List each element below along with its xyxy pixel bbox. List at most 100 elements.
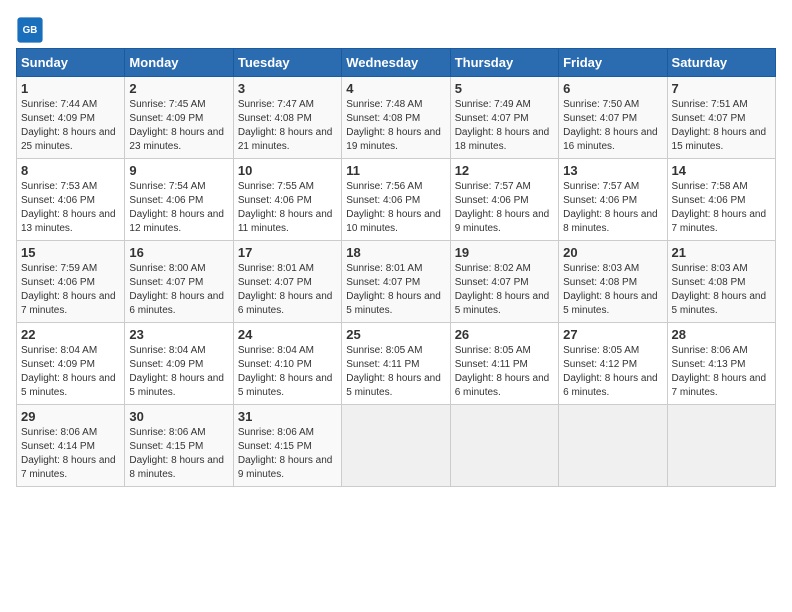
calendar-cell: 10 Sunrise: 7:55 AMSunset: 4:06 PMDaylig… <box>233 159 341 241</box>
logo-icon: GB <box>16 16 44 44</box>
calendar-cell: 26 Sunrise: 8:05 AMSunset: 4:11 PMDaylig… <box>450 323 558 405</box>
calendar-cell <box>450 405 558 487</box>
cell-info: Sunrise: 7:47 AMSunset: 4:08 PMDaylight:… <box>238 99 333 152</box>
day-number: 18 <box>346 245 445 260</box>
cell-info: Sunrise: 8:06 AMSunset: 4:15 PMDaylight:… <box>129 427 224 480</box>
calendar-cell: 21 Sunrise: 8:03 AMSunset: 4:08 PMDaylig… <box>667 241 775 323</box>
calendar-cell: 15 Sunrise: 7:59 AMSunset: 4:06 PMDaylig… <box>17 241 125 323</box>
cell-info: Sunrise: 8:06 AMSunset: 4:14 PMDaylight:… <box>21 427 116 480</box>
cell-info: Sunrise: 8:06 AMSunset: 4:13 PMDaylight:… <box>672 345 767 398</box>
day-number: 30 <box>129 409 228 424</box>
day-number: 17 <box>238 245 337 260</box>
page-header: GB <box>16 16 776 44</box>
calendar-week-row: 22 Sunrise: 8:04 AMSunset: 4:09 PMDaylig… <box>17 323 776 405</box>
calendar-cell: 28 Sunrise: 8:06 AMSunset: 4:13 PMDaylig… <box>667 323 775 405</box>
cell-info: Sunrise: 8:02 AMSunset: 4:07 PMDaylight:… <box>455 263 550 316</box>
calendar-cell: 13 Sunrise: 7:57 AMSunset: 4:06 PMDaylig… <box>559 159 667 241</box>
calendar-cell: 8 Sunrise: 7:53 AMSunset: 4:06 PMDayligh… <box>17 159 125 241</box>
calendar-cell: 5 Sunrise: 7:49 AMSunset: 4:07 PMDayligh… <box>450 77 558 159</box>
cell-info: Sunrise: 7:59 AMSunset: 4:06 PMDaylight:… <box>21 263 116 316</box>
calendar-cell: 29 Sunrise: 8:06 AMSunset: 4:14 PMDaylig… <box>17 405 125 487</box>
calendar-cell: 25 Sunrise: 8:05 AMSunset: 4:11 PMDaylig… <box>342 323 450 405</box>
calendar-cell: 2 Sunrise: 7:45 AMSunset: 4:09 PMDayligh… <box>125 77 233 159</box>
logo: GB <box>16 16 46 44</box>
day-number: 14 <box>672 163 771 178</box>
calendar-cell: 24 Sunrise: 8:04 AMSunset: 4:10 PMDaylig… <box>233 323 341 405</box>
cell-info: Sunrise: 7:44 AMSunset: 4:09 PMDaylight:… <box>21 99 116 152</box>
day-number: 8 <box>21 163 120 178</box>
calendar-cell: 31 Sunrise: 8:06 AMSunset: 4:15 PMDaylig… <box>233 405 341 487</box>
day-number: 21 <box>672 245 771 260</box>
day-number: 24 <box>238 327 337 342</box>
day-number: 31 <box>238 409 337 424</box>
day-number: 28 <box>672 327 771 342</box>
day-number: 11 <box>346 163 445 178</box>
calendar-cell: 14 Sunrise: 7:58 AMSunset: 4:06 PMDaylig… <box>667 159 775 241</box>
cell-info: Sunrise: 7:57 AMSunset: 4:06 PMDaylight:… <box>455 181 550 234</box>
day-number: 16 <box>129 245 228 260</box>
day-number: 23 <box>129 327 228 342</box>
day-number: 29 <box>21 409 120 424</box>
calendar-cell: 23 Sunrise: 8:04 AMSunset: 4:09 PMDaylig… <box>125 323 233 405</box>
calendar-cell: 9 Sunrise: 7:54 AMSunset: 4:06 PMDayligh… <box>125 159 233 241</box>
calendar-cell: 4 Sunrise: 7:48 AMSunset: 4:08 PMDayligh… <box>342 77 450 159</box>
cell-info: Sunrise: 8:03 AMSunset: 4:08 PMDaylight:… <box>672 263 767 316</box>
day-number: 13 <box>563 163 662 178</box>
calendar-cell: 18 Sunrise: 8:01 AMSunset: 4:07 PMDaylig… <box>342 241 450 323</box>
day-number: 4 <box>346 81 445 96</box>
day-number: 12 <box>455 163 554 178</box>
calendar-cell: 20 Sunrise: 8:03 AMSunset: 4:08 PMDaylig… <box>559 241 667 323</box>
day-header-wednesday: Wednesday <box>342 49 450 77</box>
cell-info: Sunrise: 7:48 AMSunset: 4:08 PMDaylight:… <box>346 99 441 152</box>
cell-info: Sunrise: 8:01 AMSunset: 4:07 PMDaylight:… <box>238 263 333 316</box>
cell-info: Sunrise: 8:00 AMSunset: 4:07 PMDaylight:… <box>129 263 224 316</box>
day-number: 2 <box>129 81 228 96</box>
cell-info: Sunrise: 7:53 AMSunset: 4:06 PMDaylight:… <box>21 181 116 234</box>
cell-info: Sunrise: 8:04 AMSunset: 4:09 PMDaylight:… <box>129 345 224 398</box>
day-number: 26 <box>455 327 554 342</box>
calendar-cell: 17 Sunrise: 8:01 AMSunset: 4:07 PMDaylig… <box>233 241 341 323</box>
day-number: 15 <box>21 245 120 260</box>
day-header-monday: Monday <box>125 49 233 77</box>
day-number: 19 <box>455 245 554 260</box>
cell-info: Sunrise: 7:51 AMSunset: 4:07 PMDaylight:… <box>672 99 767 152</box>
calendar-cell: 16 Sunrise: 8:00 AMSunset: 4:07 PMDaylig… <box>125 241 233 323</box>
day-number: 5 <box>455 81 554 96</box>
cell-info: Sunrise: 8:03 AMSunset: 4:08 PMDaylight:… <box>563 263 658 316</box>
day-number: 7 <box>672 81 771 96</box>
cell-info: Sunrise: 8:06 AMSunset: 4:15 PMDaylight:… <box>238 427 333 480</box>
day-number: 20 <box>563 245 662 260</box>
cell-info: Sunrise: 7:50 AMSunset: 4:07 PMDaylight:… <box>563 99 658 152</box>
day-header-sunday: Sunday <box>17 49 125 77</box>
cell-info: Sunrise: 8:05 AMSunset: 4:11 PMDaylight:… <box>455 345 550 398</box>
calendar-cell: 22 Sunrise: 8:04 AMSunset: 4:09 PMDaylig… <box>17 323 125 405</box>
cell-info: Sunrise: 8:01 AMSunset: 4:07 PMDaylight:… <box>346 263 441 316</box>
cell-info: Sunrise: 7:45 AMSunset: 4:09 PMDaylight:… <box>129 99 224 152</box>
cell-info: Sunrise: 8:05 AMSunset: 4:12 PMDaylight:… <box>563 345 658 398</box>
cell-info: Sunrise: 7:49 AMSunset: 4:07 PMDaylight:… <box>455 99 550 152</box>
svg-text:GB: GB <box>23 25 38 36</box>
calendar-cell <box>342 405 450 487</box>
calendar-cell: 6 Sunrise: 7:50 AMSunset: 4:07 PMDayligh… <box>559 77 667 159</box>
calendar-week-row: 29 Sunrise: 8:06 AMSunset: 4:14 PMDaylig… <box>17 405 776 487</box>
day-number: 6 <box>563 81 662 96</box>
day-header-friday: Friday <box>559 49 667 77</box>
calendar-week-row: 1 Sunrise: 7:44 AMSunset: 4:09 PMDayligh… <box>17 77 776 159</box>
calendar-cell: 1 Sunrise: 7:44 AMSunset: 4:09 PMDayligh… <box>17 77 125 159</box>
cell-info: Sunrise: 7:54 AMSunset: 4:06 PMDaylight:… <box>129 181 224 234</box>
cell-info: Sunrise: 7:57 AMSunset: 4:06 PMDaylight:… <box>563 181 658 234</box>
day-header-saturday: Saturday <box>667 49 775 77</box>
cell-info: Sunrise: 7:56 AMSunset: 4:06 PMDaylight:… <box>346 181 441 234</box>
calendar-cell: 11 Sunrise: 7:56 AMSunset: 4:06 PMDaylig… <box>342 159 450 241</box>
calendar-cell: 12 Sunrise: 7:57 AMSunset: 4:06 PMDaylig… <box>450 159 558 241</box>
calendar-table: SundayMondayTuesdayWednesdayThursdayFrid… <box>16 48 776 487</box>
day-number: 1 <box>21 81 120 96</box>
day-number: 3 <box>238 81 337 96</box>
cell-info: Sunrise: 7:58 AMSunset: 4:06 PMDaylight:… <box>672 181 767 234</box>
cell-info: Sunrise: 8:04 AMSunset: 4:10 PMDaylight:… <box>238 345 333 398</box>
calendar-cell <box>559 405 667 487</box>
day-header-tuesday: Tuesday <box>233 49 341 77</box>
calendar-header-row: SundayMondayTuesdayWednesdayThursdayFrid… <box>17 49 776 77</box>
cell-info: Sunrise: 8:05 AMSunset: 4:11 PMDaylight:… <box>346 345 441 398</box>
calendar-cell: 3 Sunrise: 7:47 AMSunset: 4:08 PMDayligh… <box>233 77 341 159</box>
